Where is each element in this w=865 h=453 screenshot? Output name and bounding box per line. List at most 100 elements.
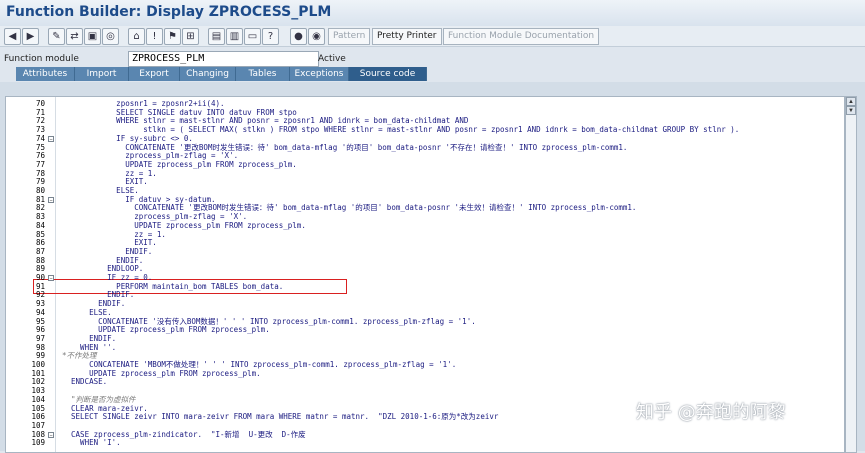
- line-number: 70: [35, 99, 45, 108]
- code-line[interactable]: 74− IF sy-subrc <> 0.: [6, 133, 844, 143]
- tab-strip: Attributes Import Export Changing Tables…: [0, 67, 865, 82]
- tab-exceptions[interactable]: Exceptions: [290, 67, 349, 81]
- pattern-button[interactable]: Pattern: [328, 28, 371, 45]
- code-text: IF sy-subrc <> 0.: [62, 133, 193, 143]
- line-number: 107: [31, 420, 45, 430]
- fold-toggle-icon[interactable]: −: [48, 431, 54, 439]
- code-text: UPDATE zprocess_plm FROM zprocess_plm.: [62, 220, 306, 230]
- code-line[interactable]: 76 zprocess_plm-zflag = 'X'.: [6, 152, 844, 160]
- function-module-field[interactable]: ZPROCESS_PLM: [128, 51, 319, 67]
- line-number: 73: [35, 125, 45, 135]
- code-text: zprocess_plm-zflag = 'X'.: [62, 212, 248, 222]
- check-icon[interactable]: !: [146, 28, 163, 45]
- pretty-printer-button[interactable]: Pretty Printer: [372, 28, 442, 45]
- test-icon[interactable]: ⊞: [182, 28, 199, 45]
- code-line[interactable]: 93 ENDIF.: [6, 300, 844, 308]
- code-text: IF zz = 0.: [62, 273, 153, 282]
- session-breakpoint-icon[interactable]: ◉: [308, 28, 325, 45]
- tab-source-code[interactable]: Source code: [349, 67, 427, 81]
- other-object-icon[interactable]: ▣: [84, 28, 101, 45]
- code-line[interactable]: 97 ENDIF.: [6, 333, 844, 343]
- code-text: UPDATE zprocess_plm FROM zprocess_plm.: [62, 159, 297, 169]
- code-line[interactable]: 92 ENDIF.: [6, 291, 844, 299]
- code-text: zprocess_plm-zflag = 'X'.: [62, 151, 239, 161]
- code-text: ELSE.: [62, 307, 112, 317]
- back-icon[interactable]: ◀: [4, 28, 21, 45]
- code-line[interactable]: 108− CASE zprocess_plm-zindicator. "I-新增…: [6, 430, 844, 439]
- fold-toggle-icon[interactable]: −: [48, 135, 54, 143]
- where-used-list-icon[interactable]: ▤: [208, 28, 225, 45]
- code-line[interactable]: 70 zposnr1 = zposnr2+ii(4).: [6, 100, 844, 108]
- tab-changing[interactable]: Changing: [180, 67, 236, 81]
- code-text: CONCATENATE 'MBOM不做处理！' ' ' INTO zproces…: [62, 360, 457, 369]
- watermark: 知乎 @奔跑的阿黎: [636, 402, 786, 423]
- vertical-scrollbar[interactable]: ▲ ▼: [845, 96, 857, 453]
- tab-export[interactable]: Export: [129, 67, 180, 81]
- application-toolbar: ◀ ▶ ✎ ⇄ ▣ ◎ ⌂ ! ⚑ ⊞ ▤ ▥ ▭ ? ● ◉ Pattern …: [0, 26, 865, 47]
- code-line[interactable]: 101 UPDATE zprocess_plm FROM zprocess_pl…: [6, 369, 844, 378]
- title-bar: Function Builder: Display ZPROCESS_PLM: [0, 0, 865, 27]
- code-line[interactable]: 109 WHEN 'I'.: [6, 439, 844, 447]
- code-text: stlkn = ( SELECT MAX( stlkn ) FROM stpo …: [62, 125, 740, 135]
- code-line[interactable]: 90− IF zz = 0.: [6, 273, 844, 283]
- code-line[interactable]: 73 stlkn = ( SELECT MAX( stlkn ) FROM st…: [6, 126, 844, 134]
- tab-attributes[interactable]: Attributes: [16, 67, 75, 81]
- source-code-panel: 70 zposnr1 = zposnr2+ii(4). 71 SELECT SIN…: [0, 82, 865, 453]
- breakpoint-icon[interactable]: ●: [290, 28, 307, 45]
- code-line[interactable]: 84 UPDATE zprocess_plm FROM zprocess_plm…: [6, 220, 844, 230]
- code-text: ENDIF.: [62, 333, 117, 343]
- line-number: 86: [35, 238, 45, 248]
- fm-documentation-button[interactable]: Function Module Documentation: [443, 28, 600, 45]
- line-number: 97: [35, 333, 45, 343]
- code-line[interactable]: 86 EXIT.: [6, 239, 844, 247]
- code-text: WHEN 'I'.: [62, 438, 121, 448]
- status-label: Active: [318, 54, 346, 64]
- code-line[interactable]: 96 UPDATE zprocess_plm FROM zprocess_plm…: [6, 326, 844, 334]
- code-text: ELSE.: [62, 186, 139, 195]
- line-number: 100: [31, 360, 45, 369]
- code-text: "判断是否为虚拟件: [62, 394, 136, 404]
- line-number: 84: [35, 220, 45, 230]
- function-module-label: Function module: [4, 54, 79, 64]
- code-line[interactable]: 87 ENDIF.: [6, 246, 844, 256]
- code-text: UPDATE zprocess_plm FROM zprocess_plm.: [62, 325, 270, 335]
- code-line[interactable]: 102 ENDCASE.: [6, 378, 844, 386]
- line-number: 87: [35, 246, 45, 256]
- line-number: 80: [35, 186, 45, 195]
- code-text: ENDIF.: [62, 246, 153, 256]
- display-object-list-icon[interactable]: ▥: [226, 28, 243, 45]
- scroll-up-icon[interactable]: ▲: [846, 97, 856, 106]
- fold-toggle-icon[interactable]: −: [48, 275, 54, 282]
- code-line[interactable]: 103: [6, 387, 844, 395]
- activate-icon[interactable]: ⚑: [164, 28, 181, 45]
- code-text: EXIT.: [62, 238, 157, 248]
- code-text: ENDIF.: [62, 299, 126, 309]
- help-icon[interactable]: ?: [262, 28, 279, 45]
- line-number: 109: [31, 438, 45, 448]
- window-title: Function Builder: Display ZPROCESS_PLM: [6, 4, 332, 20]
- code-line[interactable]: 98 WHEN ''.: [6, 343, 844, 352]
- tab-tables[interactable]: Tables: [236, 67, 290, 81]
- code-line[interactable]: 77 UPDATE zprocess_plm FROM zprocess_plm…: [6, 159, 844, 169]
- where-used-icon[interactable]: ⌂: [128, 28, 145, 45]
- edit-icon[interactable]: ✎: [48, 28, 65, 45]
- forward-icon[interactable]: ▶: [22, 28, 39, 45]
- scroll-down-icon[interactable]: ▼: [846, 106, 856, 115]
- active-inactive-icon[interactable]: ◎: [102, 28, 119, 45]
- line-number: 104: [31, 394, 45, 404]
- line-number: 74: [35, 133, 45, 143]
- code-line[interactable]: 94 ELSE.: [6, 307, 844, 317]
- code-text: SELECT SINGLE zeivr INTO mara-zeivr FROM…: [62, 412, 499, 422]
- line-number: 83: [35, 212, 45, 222]
- code-text: zposnr1 = zposnr2+ii(4).: [62, 99, 225, 108]
- display-change-icon[interactable]: ⇄: [66, 28, 83, 45]
- line-number: 76: [35, 151, 45, 161]
- line-number: 96: [35, 325, 45, 335]
- line-number: 93: [35, 299, 45, 309]
- code-line[interactable]: 80 ELSE.: [6, 187, 844, 195]
- enhancement-icon[interactable]: ▭: [244, 28, 261, 45]
- code-line[interactable]: 100 CONCATENATE 'MBOM不做处理！' ' ' INTO zpr…: [6, 361, 844, 369]
- code-line[interactable]: 83 zprocess_plm-zflag = 'X'.: [6, 213, 844, 221]
- fold-toggle-icon[interactable]: −: [48, 196, 54, 204]
- tab-import[interactable]: Import: [75, 67, 129, 81]
